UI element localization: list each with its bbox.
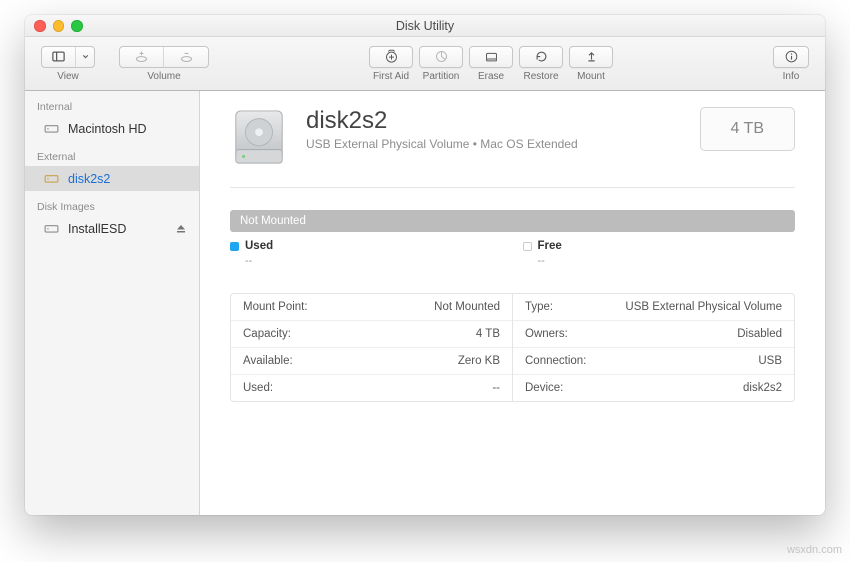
mount-group: Mount	[569, 46, 613, 82]
sidebar-section-disk-images: Disk Images	[25, 191, 199, 216]
view-menu-button[interactable]	[76, 47, 94, 67]
traffic-lights	[34, 20, 83, 32]
partition-button[interactable]	[419, 46, 463, 68]
partition-group: Partition	[419, 46, 463, 82]
used-dot-icon	[230, 242, 239, 251]
sidebar-item-disk2s2[interactable]: disk2s2	[25, 166, 199, 191]
internal-disk-icon	[43, 120, 60, 137]
app-window: Disk Utility View Vol	[25, 15, 825, 515]
sidebar-section-internal: Internal	[25, 91, 199, 116]
chevron-down-icon	[81, 49, 90, 64]
erase-label: Erase	[478, 71, 504, 82]
titlebar[interactable]: Disk Utility	[25, 15, 825, 37]
mount-icon	[584, 49, 599, 64]
volume-name: disk2s2	[306, 107, 578, 135]
partition-label: Partition	[423, 71, 460, 82]
restore-button[interactable]	[519, 46, 563, 68]
detail-row: Capacity:4 TB	[231, 321, 512, 348]
mount-status-bar: Not Mounted	[230, 210, 795, 232]
restore-label: Restore	[523, 71, 558, 82]
details-table: Mount Point:Not Mounted Capacity:4 TB Av…	[230, 293, 795, 402]
detail-row: Owners:Disabled	[513, 321, 794, 348]
eject-icon[interactable]	[175, 223, 187, 235]
detail-row: Available:Zero KB	[231, 348, 512, 375]
detail-row: Connection:USB	[513, 348, 794, 375]
detail-row: Device:disk2s2	[513, 375, 794, 401]
restore-icon	[534, 49, 549, 64]
used-label: Used	[245, 240, 273, 252]
free-dot-icon	[523, 242, 532, 251]
erase-button[interactable]	[469, 46, 513, 68]
window-title: Disk Utility	[396, 19, 454, 33]
sidebar-icon	[51, 49, 66, 64]
volume-plus-icon	[134, 49, 149, 64]
mount-label: Mount	[577, 71, 605, 82]
info-group: Info	[773, 46, 809, 82]
toolbar: View Volume First Aid	[25, 37, 825, 91]
info-label: Info	[783, 71, 800, 82]
disk-image-icon	[43, 220, 60, 237]
usage-section: Used -- Free --	[230, 232, 795, 271]
first-aid-group: First Aid	[369, 46, 413, 82]
close-button[interactable]	[34, 20, 46, 32]
sidebar-section-external: External	[25, 141, 199, 166]
free-value: --	[538, 255, 796, 267]
restore-group: Restore	[519, 46, 563, 82]
volume-label: Volume	[147, 71, 180, 82]
erase-icon	[484, 49, 499, 64]
volume-segmented[interactable]	[119, 46, 209, 68]
used-value: --	[245, 255, 503, 267]
volume-minus-icon	[179, 49, 194, 64]
watermark: wsxdn.com	[787, 544, 842, 556]
first-aid-button[interactable]	[369, 46, 413, 68]
first-aid-icon	[384, 49, 399, 64]
volume-add-button[interactable]	[120, 47, 164, 67]
volume-subtitle: USB External Physical Volume • Mac OS Ex…	[306, 137, 578, 151]
info-button[interactable]	[773, 46, 809, 68]
detail-row: Mount Point:Not Mounted	[231, 294, 512, 321]
first-aid-label: First Aid	[373, 71, 409, 82]
partition-icon	[434, 49, 449, 64]
minimize-button[interactable]	[53, 20, 65, 32]
erase-group: Erase	[469, 46, 513, 82]
sidebar-item-label: Macintosh HD	[68, 122, 147, 136]
external-disk-icon	[43, 170, 60, 187]
zoom-button[interactable]	[71, 20, 83, 32]
sidebar-item-macintosh-hd[interactable]: Macintosh HD	[25, 116, 199, 141]
detail-row: Type:USB External Physical Volume	[513, 294, 794, 321]
volume-large-icon	[230, 107, 288, 169]
main-content: disk2s2 USB External Physical Volume • M…	[200, 91, 825, 515]
sidebar: Internal Macintosh HD External disk2s2 D…	[25, 91, 200, 515]
sidebar-item-label: InstallESD	[68, 222, 126, 236]
view-label: View	[57, 71, 79, 82]
detail-row: Used:--	[231, 375, 512, 401]
volume-group: Volume	[119, 46, 209, 82]
view-sidebar-button[interactable]	[42, 47, 76, 67]
volume-remove-button[interactable]	[164, 47, 208, 67]
view-group: View	[41, 46, 95, 82]
mount-button[interactable]	[569, 46, 613, 68]
info-icon	[784, 49, 799, 64]
sidebar-item-installesd[interactable]: InstallESD	[25, 216, 199, 241]
free-label: Free	[538, 240, 562, 252]
view-segmented[interactable]	[41, 46, 95, 68]
capacity-badge: 4 TB	[700, 107, 796, 151]
sidebar-item-label: disk2s2	[68, 172, 110, 186]
